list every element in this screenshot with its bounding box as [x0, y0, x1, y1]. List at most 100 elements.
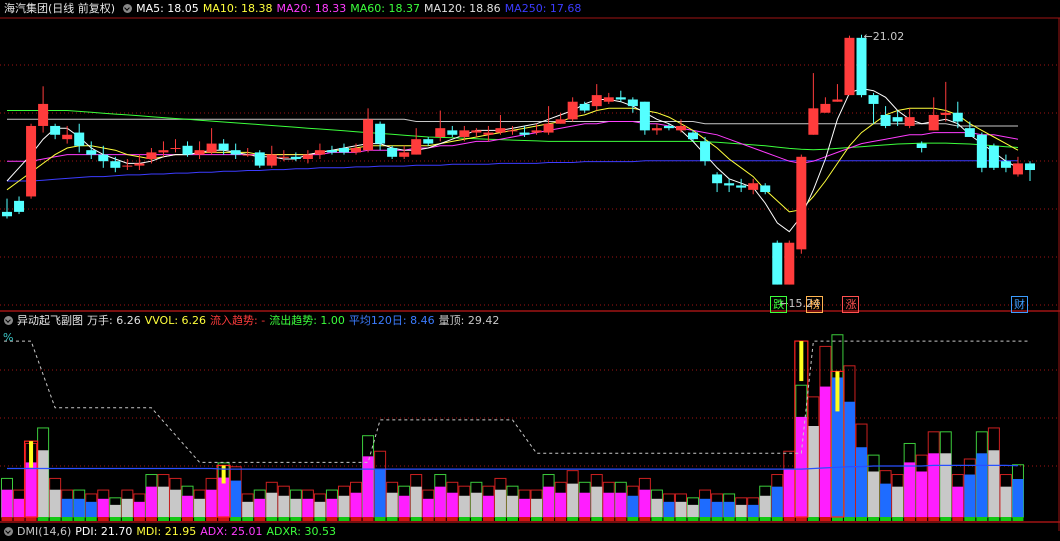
- volume-bar: [458, 495, 470, 517]
- candlestick: [471, 130, 482, 133]
- candlestick: [206, 143, 217, 153]
- volume-base-strip: [615, 517, 627, 521]
- event-marker-2[interactable]: 涨: [842, 296, 860, 313]
- volume-bar: [579, 492, 591, 517]
- candlestick: [808, 108, 819, 135]
- volume-bar: [543, 486, 555, 517]
- candlestick: [700, 141, 711, 162]
- candlestick: [760, 185, 771, 193]
- candlestick: [146, 152, 157, 159]
- candlestick: [1025, 163, 1035, 171]
- event-marker-3[interactable]: 财: [1010, 296, 1028, 313]
- volume-bar: [567, 483, 579, 517]
- volume-bar: [338, 495, 350, 517]
- volume-bar: [482, 495, 494, 517]
- volume-bar: [13, 498, 25, 517]
- volume-bar: [603, 492, 615, 517]
- volume-bar: [952, 486, 964, 517]
- volume-base-strip: [61, 517, 73, 521]
- volume-base-strip: [37, 517, 49, 521]
- volume-base-strip: [338, 517, 350, 521]
- volume-base-strip: [169, 517, 181, 521]
- volume-bar: [1000, 486, 1012, 517]
- candlestick: [483, 132, 494, 135]
- volume-bar: [904, 462, 916, 517]
- volume-base-strip: [157, 517, 169, 521]
- volume-base-strip: [699, 517, 711, 521]
- volume-base-strip: [952, 517, 964, 521]
- volume-base-strip: [1012, 517, 1024, 521]
- indicator-name[interactable]: 异动起飞副图: [17, 314, 83, 327]
- candlestick: [1012, 163, 1023, 175]
- indicator-dropdown-icon[interactable]: [4, 316, 13, 325]
- volume-bar: [964, 474, 976, 517]
- volume-base-strip: [206, 517, 218, 521]
- volume-bar: [856, 447, 868, 517]
- ma-label-5: MA250: 17.68: [504, 2, 582, 15]
- settings-dropdown-icon[interactable]: [123, 4, 133, 13]
- indicator-stat-0: 万手: 6.26: [87, 314, 141, 327]
- ma-label-2: MA20: 18.33: [276, 2, 347, 15]
- candlestick: [26, 125, 37, 197]
- dmi-stat-2: MDI: 21.95: [136, 525, 197, 538]
- candlestick: [892, 117, 903, 122]
- volume-base-strip: [314, 517, 326, 521]
- volume-bar: [868, 471, 880, 517]
- event-marker-1[interactable]: 榜: [806, 296, 824, 313]
- volume-base-strip: [386, 517, 398, 521]
- stock-title[interactable]: 海汽集团(日线 前复权): [4, 2, 115, 15]
- candlestick: [928, 114, 939, 131]
- volume-bar: [85, 501, 97, 517]
- volume-bar: [494, 489, 506, 517]
- volume-base-strip: [711, 517, 723, 521]
- volume-bar: [362, 456, 374, 517]
- volume-base-strip: [892, 517, 904, 521]
- candlestick: [712, 174, 723, 184]
- volume-base-strip: [976, 517, 988, 521]
- event-marker-0[interactable]: 跌: [770, 296, 788, 313]
- candlestick: [387, 147, 398, 157]
- candlestick: [423, 139, 434, 144]
- candlestick: [447, 130, 458, 135]
- volume-bar: [506, 495, 518, 517]
- volume-base-strip: [1, 517, 13, 521]
- volume-top-trend-line: [4, 340, 1030, 463]
- candlestick: [411, 139, 422, 155]
- volume-base-strip: [482, 517, 494, 521]
- candlestick: [38, 103, 49, 126]
- ma5-line: [6, 87, 1019, 233]
- dmi-stats: DMI(14,6) PDI: 21.70 MDI: 21.95 ADX: 25.01 A…: [17, 525, 340, 538]
- volume-base-strip: [663, 517, 675, 521]
- candlestick: [639, 101, 650, 131]
- candlestick: [627, 99, 638, 107]
- candlestick: [555, 119, 566, 124]
- volume-base-strip: [398, 517, 410, 521]
- volume-base-strip: [555, 517, 567, 521]
- volume-bar: [410, 486, 422, 517]
- candlestick: [531, 130, 542, 133]
- volume-bar: [555, 492, 567, 517]
- candlestick: [399, 152, 410, 157]
- volume-bar: [434, 486, 446, 517]
- volume-bar: [735, 504, 747, 517]
- volume-bar: [422, 498, 434, 517]
- dmi-dropdown-icon[interactable]: [4, 527, 13, 536]
- volume-base-strip: [771, 517, 783, 521]
- volume-bar: [976, 453, 988, 517]
- candlestick: [543, 123, 554, 133]
- candlestick: [62, 134, 73, 140]
- volume-bar: [73, 498, 85, 517]
- candlestick: [375, 123, 386, 144]
- volume-base-strip: [290, 517, 302, 521]
- ma-label-4: MA120: 18.86: [423, 2, 501, 15]
- volume-base-strip: [591, 517, 603, 521]
- volume-base-strip: [266, 517, 278, 521]
- candlestick: [784, 242, 795, 285]
- volume-base-strip: [121, 517, 133, 521]
- chart-canvas[interactable]: [0, 0, 1060, 531]
- indicator-stat-3: 流出趋势: 1.00: [269, 314, 345, 327]
- candlestick: [736, 185, 747, 188]
- candlestick: [170, 147, 181, 149]
- volume-bar: [109, 504, 121, 517]
- volume-bar: [350, 492, 362, 517]
